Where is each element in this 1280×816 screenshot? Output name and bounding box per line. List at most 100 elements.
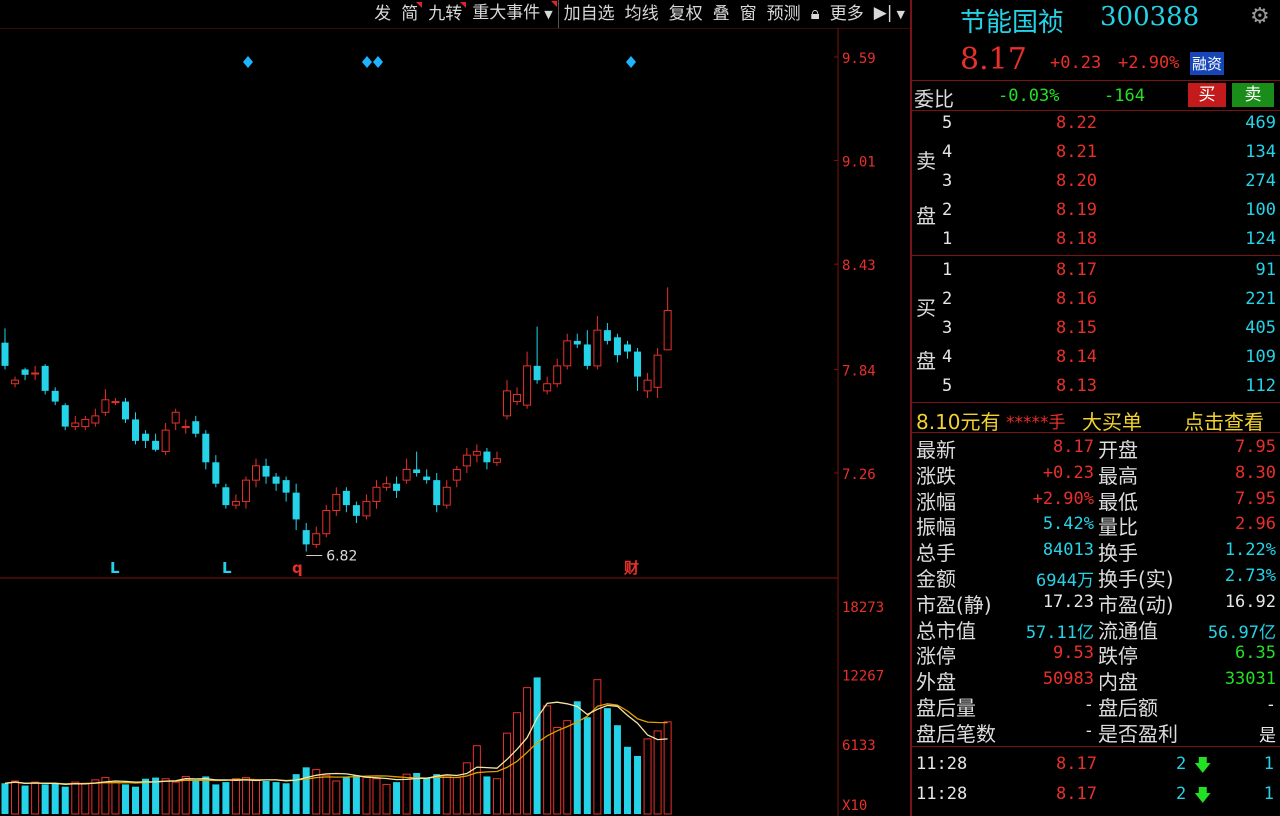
toolbar-item-jiuzhuan[interactable]: 九转 bbox=[423, 0, 467, 28]
toolbar-item-more[interactable]: 更多 bbox=[825, 0, 869, 28]
bid-volume: 405 bbox=[1245, 318, 1276, 338]
event-marker: L bbox=[222, 559, 232, 577]
candle-body bbox=[573, 340, 581, 345]
stat-label: 市盈(动) bbox=[1098, 592, 1174, 617]
price-axis-label: 7.26 bbox=[842, 467, 876, 483]
sell-button[interactable]: 卖 bbox=[1232, 83, 1274, 107]
candle-body bbox=[231, 501, 240, 506]
divider bbox=[912, 255, 1280, 256]
buy-button[interactable]: 买 bbox=[1188, 83, 1226, 107]
volume-bar bbox=[462, 762, 471, 815]
candle-body bbox=[433, 480, 441, 506]
candle-body bbox=[442, 486, 451, 506]
ask-price[interactable]: 8.22 bbox=[1056, 113, 1097, 133]
ask-volume: 134 bbox=[1245, 142, 1276, 162]
ask-price[interactable]: 8.19 bbox=[1056, 200, 1097, 220]
stat-value: 1.22% bbox=[1224, 540, 1276, 561]
volume-bar bbox=[212, 784, 220, 814]
collapse-panel-icon[interactable]: ▶| ▼ bbox=[869, 0, 910, 29]
bid-price[interactable]: 8.17 bbox=[1056, 260, 1097, 280]
ask-level: 3 bbox=[942, 171, 953, 191]
candle-body bbox=[61, 405, 69, 427]
candle-body bbox=[563, 340, 572, 367]
candle-body bbox=[1, 342, 9, 366]
toolbar-item-window[interactable]: 窗 bbox=[735, 0, 762, 28]
candle-body bbox=[543, 383, 552, 392]
toolbar-item-moving-average[interactable]: 均线 bbox=[620, 0, 664, 28]
ask-volume: 274 bbox=[1245, 171, 1276, 191]
tick-price: 8.17 bbox=[1056, 754, 1097, 774]
divider bbox=[912, 432, 1280, 433]
lock-icon[interactable]: 🔒︎ bbox=[806, 0, 825, 28]
diamond-marker-icon bbox=[243, 56, 253, 68]
stat-value: 8.30 bbox=[1235, 462, 1276, 483]
candle-body bbox=[452, 468, 461, 481]
toolbar-item-major-events[interactable]: 重大事件 ▼ bbox=[467, 0, 558, 29]
candle-body bbox=[553, 365, 562, 385]
candle-body bbox=[523, 365, 532, 406]
volume-bar bbox=[282, 783, 290, 814]
stat-value: 2.73% bbox=[1224, 566, 1276, 586]
volume-bar bbox=[623, 746, 631, 814]
ask-volume: 124 bbox=[1245, 229, 1276, 249]
volume-bar bbox=[643, 738, 652, 815]
toolbar-item-jian[interactable]: 简 bbox=[396, 0, 423, 28]
stat-value: +0.23 bbox=[1042, 462, 1094, 483]
candle-body bbox=[202, 433, 210, 463]
gear-icon[interactable]: ⚙ bbox=[1250, 4, 1270, 29]
big-order-link[interactable]: 点击查看 bbox=[1184, 406, 1264, 435]
candle-body bbox=[533, 365, 541, 381]
candle-body bbox=[241, 479, 250, 503]
bid-level: 1 bbox=[942, 260, 953, 280]
toolbar-item-fa[interactable]: 发 bbox=[369, 0, 396, 28]
candle-body bbox=[21, 369, 29, 375]
volume-axis-label: 12267 bbox=[842, 668, 884, 684]
bid-price[interactable]: 8.13 bbox=[1056, 376, 1097, 396]
candle-body bbox=[332, 493, 341, 511]
candle-body bbox=[423, 476, 431, 481]
diamond-marker-icon bbox=[362, 56, 372, 68]
volume-bar bbox=[152, 777, 160, 814]
volume-bar bbox=[393, 782, 401, 814]
chevron-down-icon[interactable]: ▼ bbox=[897, 8, 905, 21]
candle-body bbox=[192, 421, 200, 434]
toolbar-item-forecast[interactable]: 预测 bbox=[762, 0, 806, 28]
volume-bar bbox=[222, 782, 230, 814]
stat-label: 总市值 bbox=[916, 618, 976, 643]
price-change: +0.23 bbox=[1050, 53, 1102, 73]
volume-bar bbox=[603, 708, 611, 814]
ask-price[interactable]: 8.20 bbox=[1056, 171, 1097, 191]
stat-value: 17.23 bbox=[1042, 591, 1094, 612]
divider bbox=[912, 402, 1280, 403]
bid-price[interactable]: 8.15 bbox=[1056, 318, 1097, 338]
volume-bar bbox=[1, 783, 9, 814]
stat-value: 7.95 bbox=[1235, 437, 1276, 457]
price-axis-label: 9.59 bbox=[842, 51, 876, 67]
candle-body bbox=[593, 329, 602, 367]
stat-label: 流通值 bbox=[1098, 618, 1158, 643]
ask-level: 2 bbox=[942, 200, 953, 220]
toolbar-item-add-watchlist[interactable]: 加自选 bbox=[557, 0, 620, 28]
volume-bar bbox=[71, 781, 80, 815]
bid-side-label-1: 买 bbox=[916, 296, 936, 320]
arrow-down-icon: 🡇 bbox=[1194, 756, 1212, 776]
kline-svg[interactable]: 9.59 9.01 8.43 7.84 7.26 18273 12267 6133 X10 6.8… bbox=[0, 28, 910, 816]
stat-label: 盘后笔数 bbox=[916, 721, 996, 746]
divider bbox=[912, 110, 1280, 111]
stat-label: 涨停 bbox=[916, 644, 956, 669]
price-axis-label: 9.01 bbox=[842, 155, 876, 171]
stat-value: 9.53 bbox=[1053, 643, 1094, 664]
volume-bar bbox=[503, 732, 511, 815]
candle-body bbox=[41, 365, 49, 391]
stat-label: 盘后额 bbox=[1098, 696, 1158, 720]
bid-price[interactable]: 8.14 bbox=[1056, 347, 1097, 367]
toolbar-item-adjust[interactable]: 复权 bbox=[664, 0, 708, 28]
toolbar-item-overlay[interactable]: 叠 bbox=[708, 0, 735, 28]
bid-price[interactable]: 8.16 bbox=[1056, 289, 1097, 309]
stat-value: 84013 bbox=[1042, 540, 1094, 561]
volume-bar bbox=[322, 774, 331, 815]
chevron-down-icon[interactable]: ▼ bbox=[544, 8, 552, 21]
kline-chart[interactable]: 9.59 9.01 8.43 7.84 7.26 18273 12267 6133 X10 6.8… bbox=[0, 28, 910, 816]
ask-price[interactable]: 8.21 bbox=[1056, 142, 1097, 162]
ask-price[interactable]: 8.18 bbox=[1056, 229, 1097, 249]
